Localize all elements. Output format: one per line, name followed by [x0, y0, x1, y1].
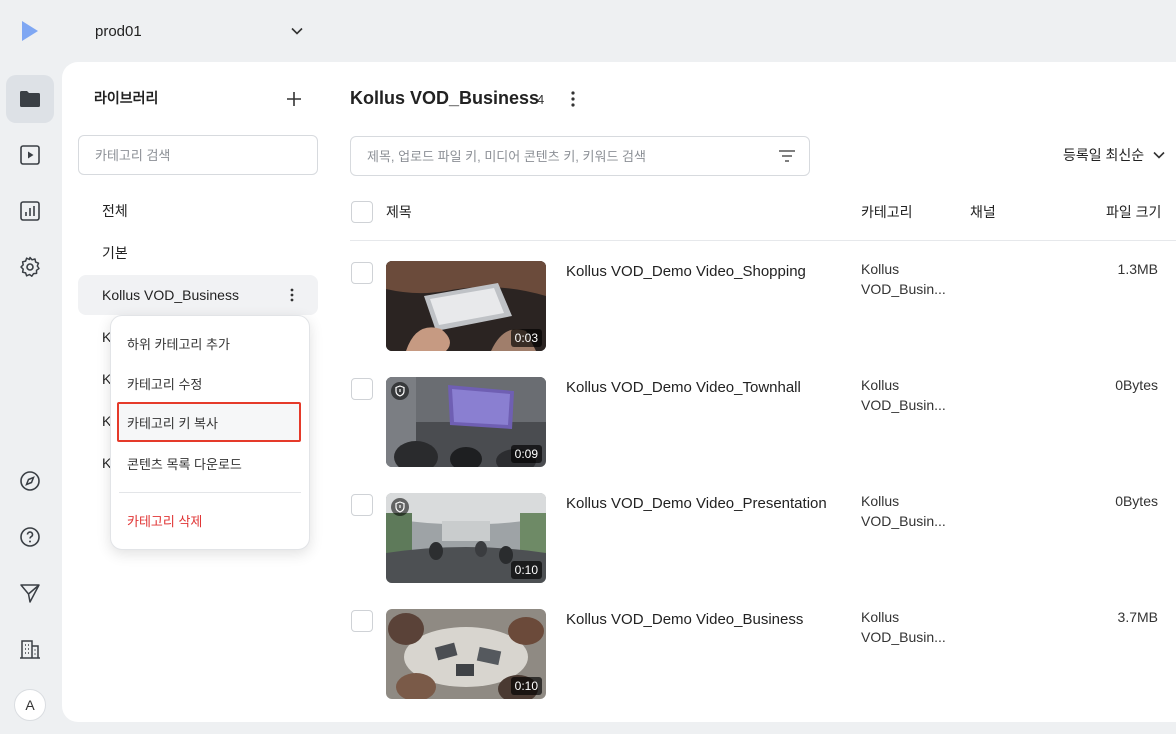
- player-nav-button[interactable]: [6, 131, 54, 179]
- category-line: VOD_Busin...: [861, 513, 946, 529]
- media-search-box: [350, 136, 810, 176]
- workspace-selector[interactable]: prod01: [95, 18, 305, 44]
- left-rail: A: [0, 0, 62, 734]
- video-title[interactable]: Kollus VOD_Demo Video_Presentation: [566, 495, 827, 512]
- video-file-size: 0Bytes: [1115, 493, 1158, 509]
- play-box-icon: [20, 145, 40, 165]
- video-duration: 0:09: [510, 445, 542, 463]
- category-more-button[interactable]: [280, 283, 304, 307]
- category-line: Kollus: [861, 261, 900, 277]
- video-category: Kollus VOD_Busin...: [861, 491, 951, 531]
- library-nav-button[interactable]: [6, 75, 54, 123]
- category-line: Kollus: [861, 377, 900, 393]
- statistics-nav-button[interactable]: [6, 187, 54, 235]
- category-line: Kollus: [861, 609, 900, 625]
- header-divider: [350, 240, 1176, 241]
- video-title[interactable]: Kollus VOD_Demo Video_Shopping: [566, 263, 806, 280]
- filter-icon[interactable]: [777, 146, 797, 166]
- compass-icon: [20, 471, 40, 491]
- organization-nav-button[interactable]: [6, 625, 54, 673]
- row-checkbox[interactable]: [351, 610, 373, 632]
- video-file-size: 3.7MB: [1117, 609, 1158, 625]
- video-thumbnail[interactable]: 0:09: [386, 377, 546, 467]
- category-line: VOD_Busin...: [861, 629, 946, 645]
- category-context-menu: 하위 카테고리 추가 카테고리 수정 카테고리 키 복사 콘텐츠 목록 다운로드…: [110, 315, 310, 550]
- settings-nav-button[interactable]: [6, 243, 54, 291]
- category-label: 전체: [102, 203, 128, 219]
- content-more-button[interactable]: [561, 87, 585, 111]
- video-duration: 0:10: [510, 677, 542, 695]
- category-label: Kollus VOD_Business: [102, 287, 239, 303]
- video-thumbnail[interactable]: 0:10: [386, 609, 546, 699]
- send-icon: [20, 584, 40, 603]
- more-vertical-icon: [290, 288, 294, 302]
- media-search-input[interactable]: [351, 137, 771, 175]
- menu-item-download-content-list[interactable]: 콘텐츠 목록 다운로드: [117, 443, 305, 483]
- add-category-button[interactable]: [282, 87, 306, 111]
- column-header-channel[interactable]: 채널: [970, 202, 996, 222]
- video-category: Kollus VOD_Busin...: [861, 375, 951, 415]
- category-item-default[interactable]: 기본: [78, 233, 318, 273]
- category-search-input[interactable]: [78, 135, 318, 175]
- video-thumbnail[interactable]: 0:03: [386, 261, 546, 351]
- video-duration: 0:03: [510, 329, 542, 347]
- column-header-title[interactable]: 제목: [386, 202, 412, 222]
- sort-dropdown[interactable]: 등록일 최신순: [1063, 145, 1166, 165]
- more-vertical-icon: [571, 91, 575, 107]
- help-icon: [20, 527, 40, 547]
- column-header-file-size[interactable]: 파일 크기: [1106, 202, 1161, 222]
- video-file-size: 1.3MB: [1117, 261, 1158, 277]
- video-title[interactable]: Kollus VOD_Demo Video_Townhall: [566, 379, 801, 396]
- video-file-size: 0Bytes: [1115, 377, 1158, 393]
- folder-icon: [20, 91, 40, 107]
- workspace-name: prod01: [95, 22, 142, 40]
- video-category: Kollus VOD_Busin...: [861, 259, 951, 299]
- chart-icon: [20, 201, 40, 221]
- row-checkbox[interactable]: [351, 494, 373, 516]
- select-all-checkbox[interactable]: [351, 201, 373, 223]
- send-nav-button[interactable]: [6, 569, 54, 617]
- menu-divider: [119, 492, 301, 493]
- menu-item-copy-category-key[interactable]: 카테고리 키 복사: [117, 402, 301, 442]
- row-checkbox[interactable]: [351, 378, 373, 400]
- category-line: VOD_Busin...: [861, 397, 946, 413]
- category-item-kollus-vod-business[interactable]: Kollus VOD_Business: [78, 275, 318, 315]
- building-icon: [20, 640, 40, 659]
- category-line: VOD_Busin...: [861, 281, 946, 297]
- video-category: Kollus VOD_Busin...: [861, 607, 951, 647]
- video-duration: 0:10: [510, 561, 542, 579]
- sort-label: 등록일 최신순: [1063, 147, 1145, 163]
- drm-shield-icon: [391, 382, 409, 400]
- plus-icon: [287, 92, 301, 106]
- category-line: Kollus: [861, 493, 900, 509]
- avatar[interactable]: A: [14, 689, 46, 721]
- menu-item-delete-category[interactable]: 카테고리 삭제: [117, 500, 305, 540]
- column-header-category[interactable]: 카테고리: [861, 202, 913, 222]
- compass-nav-button[interactable]: [6, 457, 54, 505]
- menu-item-edit-category[interactable]: 카테고리 수정: [117, 363, 305, 403]
- video-title[interactable]: Kollus VOD_Demo Video_Business: [566, 611, 803, 628]
- page-title: Kollus VOD_Business: [350, 88, 540, 108]
- chevron-down-icon: [291, 27, 303, 35]
- category-item-all[interactable]: 전체: [78, 191, 318, 231]
- content-count: 4: [537, 92, 545, 107]
- menu-item-add-subcategory[interactable]: 하위 카테고리 추가: [117, 323, 305, 363]
- drm-shield-icon: [391, 498, 409, 516]
- video-thumbnail[interactable]: 0:10: [386, 493, 546, 583]
- gear-icon: [20, 256, 40, 277]
- logo-icon[interactable]: [20, 19, 40, 43]
- row-checkbox[interactable]: [351, 262, 373, 284]
- library-title: 라이브러리: [94, 90, 159, 106]
- help-nav-button[interactable]: [6, 513, 54, 561]
- chevron-down-icon: [1153, 151, 1165, 159]
- category-label: 기본: [102, 245, 128, 261]
